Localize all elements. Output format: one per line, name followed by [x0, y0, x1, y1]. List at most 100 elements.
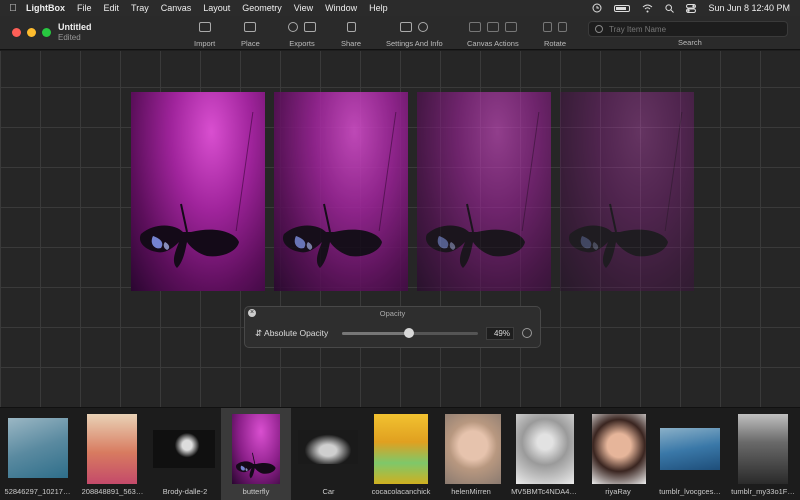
tray-thumbnail [516, 414, 574, 484]
tray-thumbnail [738, 414, 788, 484]
canvas-photo[interactable] [274, 92, 408, 291]
canvas-action-2-icon [486, 22, 499, 32]
canvas-actions-button[interactable]: Canvas Actions [467, 20, 519, 48]
tray-item[interactable]: helenMirren [436, 408, 506, 500]
share-button[interactable]: Share [341, 20, 361, 48]
tray-thumbnail [445, 414, 501, 484]
canvas-photo[interactable] [560, 92, 694, 291]
opacity-slider-fill [342, 332, 409, 335]
apple-menu-icon[interactable]:  [0, 3, 26, 14]
opacity-slider[interactable] [342, 328, 478, 338]
import-button[interactable]: Import [194, 20, 215, 48]
tray-item-label: cocacolacanchick [371, 487, 431, 496]
print-icon [304, 22, 316, 32]
import-icon [198, 22, 211, 32]
menu-edit[interactable]: Edit [104, 3, 120, 13]
tray-item-label: tumblr_my33o1F… [731, 487, 795, 496]
tray-item[interactable]: tumblr_lvocgces… [654, 408, 726, 500]
rotate-left-icon [543, 22, 552, 32]
info-icon [418, 22, 429, 32]
opacity-slider-thumb[interactable] [403, 328, 414, 338]
share-icon [346, 22, 356, 32]
tray-thumbnail [298, 430, 358, 464]
spotlight-icon[interactable] [665, 3, 675, 13]
menu-view[interactable]: View [294, 3, 313, 13]
tray-thumbnail [232, 414, 280, 484]
tray-thumbnail [660, 428, 720, 470]
search-field[interactable] [588, 21, 788, 37]
settings-icon [400, 22, 413, 32]
menu-canvas[interactable]: Canvas [161, 3, 192, 13]
tray-item-label: Brody-dalle-2 [162, 487, 208, 496]
menu-window[interactable]: Window [325, 3, 357, 13]
tray-item[interactable]: Car [291, 408, 366, 500]
menu-geometry[interactable]: Geometry [242, 3, 282, 13]
window-controls [12, 28, 51, 37]
zoom-window-button[interactable] [42, 28, 51, 37]
document-title: Untitled [58, 22, 92, 32]
opacity-mode-label: Absolute Opacity [264, 328, 329, 338]
panel-title: Opacity [379, 309, 406, 318]
exports-button[interactable]: Exports [288, 20, 316, 48]
tray-item[interactable]: butterfly [221, 408, 291, 500]
tray-thumbnail [374, 414, 428, 484]
settings-and-info-button[interactable]: Settings And Info [386, 20, 443, 48]
place-icon [244, 22, 257, 32]
tray-item-label: 52846297_10217… [4, 487, 71, 496]
opacity-panel: × Opacity ⇵ Absolute Opacity 49% [244, 306, 541, 348]
window-toolbar: Untitled Edited Import Place Exports Sha… [0, 16, 800, 50]
tray-item[interactable]: tumblr_my33o1F… [726, 408, 800, 500]
tray-thumbnail [8, 418, 68, 478]
minimize-window-button[interactable] [27, 28, 36, 37]
export-icon [288, 22, 298, 32]
menu-tray[interactable]: Tray [131, 3, 149, 13]
battery-icon[interactable] [614, 4, 631, 12]
document-status: Edited [58, 33, 81, 42]
rotate-right-icon [558, 22, 567, 32]
opacity-stepper-icon[interactable] [522, 328, 532, 338]
canvas-photo[interactable] [131, 92, 265, 291]
canvas-photo[interactable] [417, 92, 551, 291]
close-window-button[interactable] [12, 28, 21, 37]
wifi-icon[interactable] [642, 4, 653, 13]
tray-item-label: tumblr_lvocgces… [659, 487, 721, 496]
time-machine-icon[interactable] [592, 3, 602, 13]
tray-item-label: riyaRay [605, 487, 631, 496]
exports-label: Exports [289, 39, 315, 48]
tray-item-label: 208848891_563… [81, 487, 144, 496]
tray: 52846297_10217… 208848891_563… Brody-dalle… [0, 407, 800, 500]
canvas-action-1-icon [468, 22, 481, 32]
settings-label: Settings And Info [386, 39, 443, 48]
share-label: Share [341, 39, 362, 48]
search-input[interactable] [609, 24, 779, 34]
tray-item[interactable]: riyaRay [582, 408, 654, 500]
tray-item[interactable]: 52846297_10217… [0, 408, 75, 500]
canvas[interactable] [0, 51, 800, 407]
menu-bar:  LightBox File Edit Tray Canvas Layout … [0, 0, 800, 16]
tray-item[interactable]: MV5BMTc4NDA4… [506, 408, 582, 500]
up-down-chevron-icon: ⇵ [255, 328, 263, 338]
tray-thumbnail [153, 430, 215, 468]
opacity-value-field[interactable]: 49% [486, 327, 514, 340]
rotate-button[interactable]: Rotate [543, 20, 567, 48]
place-button[interactable]: Place [241, 20, 260, 48]
opacity-mode-select[interactable]: ⇵ Absolute Opacity [255, 328, 328, 339]
menu-layout[interactable]: Layout [203, 3, 230, 13]
control-center-icon[interactable] [686, 3, 697, 13]
canvas-actions-label: Canvas Actions [467, 39, 519, 48]
tray-item-label: helenMirren [451, 487, 491, 496]
app-menu[interactable]: LightBox [26, 3, 65, 13]
import-label: Import [194, 39, 216, 48]
tray-item-label: MV5BMTc4NDA4… [511, 487, 577, 496]
search-label: Search [678, 38, 702, 47]
place-label: Place [241, 39, 260, 48]
menu-help[interactable]: Help [369, 3, 388, 13]
tray-item[interactable]: 208848891_563… [75, 408, 150, 500]
menu-file[interactable]: File [77, 3, 92, 13]
search-icon [595, 25, 603, 33]
tray-thumbnail [592, 414, 646, 484]
tray-item[interactable]: Brody-dalle-2 [150, 408, 220, 500]
clock[interactable]: Sun Jun 8 12:40 PM [708, 3, 790, 13]
tray-item[interactable]: cocacolacanchick [366, 408, 436, 500]
tray-thumbnail [87, 414, 137, 484]
